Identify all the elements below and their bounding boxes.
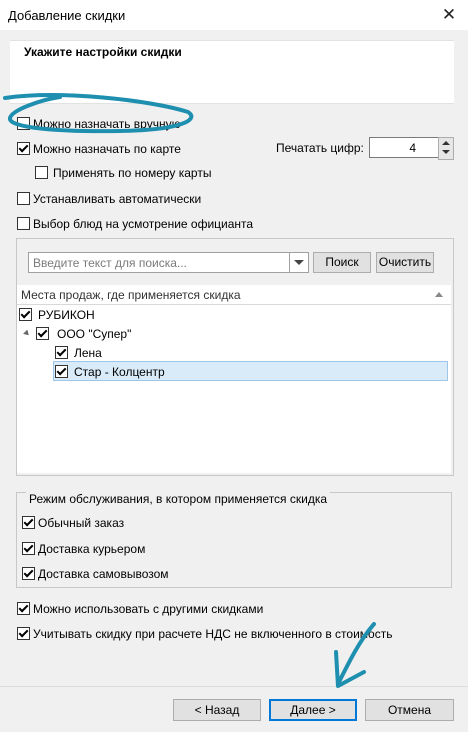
service-mode-label: Доставка самовывозом: [38, 567, 169, 581]
auto-checkbox[interactable]: [17, 192, 30, 205]
places-header[interactable]: Места продаж, где применяется скидка: [17, 285, 451, 305]
annotation-arrowhead: [334, 650, 366, 688]
service-mode-checkbox[interactable]: [22, 516, 35, 529]
waiter-choice-label: Выбор блюд на усмотрение официанта: [33, 217, 254, 231]
service-mode-checkbox[interactable]: [22, 567, 35, 580]
arrow-down-icon[interactable]: [442, 150, 450, 154]
service-mode-label: Обычный заказ: [38, 516, 125, 530]
waiter-choice-checkbox[interactable]: [17, 217, 30, 230]
manual-label: Можно назначать вручную: [33, 117, 181, 131]
print-digits-label: Печатать цифр:: [276, 141, 364, 155]
search-placeholder: Введите текст для поиска...: [33, 256, 187, 270]
service-mode-legend: Режим обслуживания, в котором применяетс…: [26, 492, 331, 506]
vat-checkbox[interactable]: [17, 627, 30, 640]
by-card-number-checkbox[interactable]: [35, 166, 48, 179]
by-card-label: Можно назначать по карте: [33, 142, 181, 156]
tree-node-label: Лена: [74, 346, 102, 360]
print-digits-value: 4: [409, 141, 416, 155]
service-mode-checkbox[interactable]: [22, 542, 35, 555]
sort-ascending-icon: [435, 292, 443, 297]
tree-node-label: Стар - Колцентр: [74, 365, 165, 379]
service-mode-label: Доставка курьером: [38, 542, 146, 556]
chevron-down-icon: [294, 260, 304, 265]
search-button[interactable]: Поиск: [313, 252, 371, 273]
auto-label: Устанавливать автоматически: [33, 192, 202, 206]
tree-node-checkbox[interactable]: [55, 365, 68, 378]
arrow-up-icon[interactable]: [442, 141, 450, 145]
cancel-button[interactable]: Отмена: [365, 699, 454, 721]
print-digits-input[interactable]: 4: [369, 137, 439, 158]
tree-node-checkbox[interactable]: [55, 346, 68, 359]
combine-label: Можно использовать с другими скидками: [33, 602, 264, 616]
vat-label: Учитывать скидку при расчете НДС не вклю…: [33, 627, 393, 641]
window-title: Добавление скидки: [8, 8, 126, 23]
search-dropdown-button[interactable]: [289, 252, 309, 273]
tree-node-checkbox[interactable]: [36, 327, 49, 340]
clear-button[interactable]: Очистить: [376, 252, 434, 273]
search-input[interactable]: Введите текст для поиска...: [28, 252, 290, 273]
tree-node-label: ООО "Супер": [57, 327, 132, 341]
back-button[interactable]: < Назад: [173, 699, 261, 721]
print-digits-stepper[interactable]: [438, 137, 454, 160]
tree-node-checkbox[interactable]: [19, 308, 32, 321]
by-card-number-label: Применять по номеру карты: [53, 166, 212, 180]
places-header-label: Места продаж, где применяется скидка: [21, 288, 241, 302]
next-button[interactable]: Далее >: [269, 699, 357, 721]
footer-divider: [0, 686, 468, 687]
by-card-checkbox[interactable]: [17, 142, 30, 155]
close-icon[interactable]: ✕: [436, 2, 462, 28]
tree-node-label: РУБИКОН: [38, 308, 95, 322]
combine-checkbox[interactable]: [17, 602, 30, 615]
page-title: Укажите настройки скидки: [24, 45, 182, 59]
manual-checkbox[interactable]: [17, 117, 30, 130]
